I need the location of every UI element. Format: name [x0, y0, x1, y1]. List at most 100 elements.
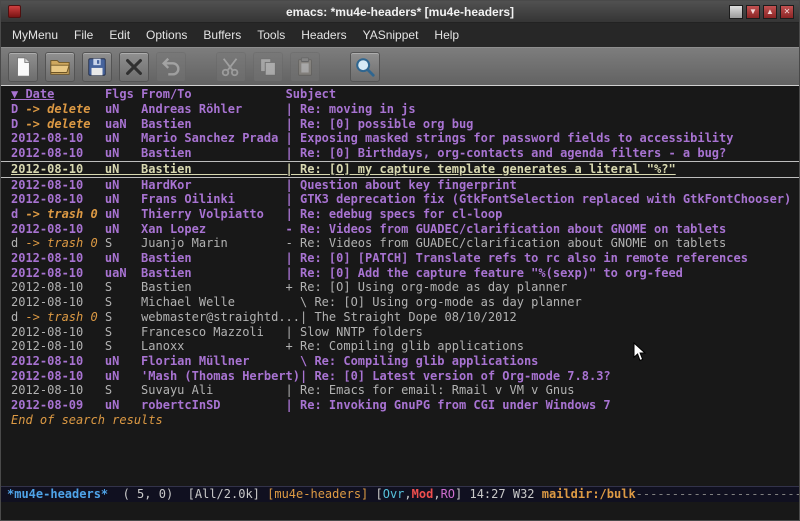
message-subject: | Re: [0] possible org bug	[286, 117, 474, 131]
message-flags: uN	[105, 178, 141, 192]
mu4e-headers-buffer[interactable]: ▼ Date Flgs From/To Subject D -> delete …	[1, 85, 799, 486]
message-from: Francesco Mazzoli	[141, 325, 286, 339]
toolbar-separator	[193, 54, 209, 80]
message-subject: | GTK3 deprecation fix (GtkFontSelection…	[286, 192, 792, 206]
message-flags: S	[105, 236, 141, 250]
message-from: HardKor	[141, 178, 286, 192]
message-row[interactable]: D -> delete uaN Bastien | Re: [0] possib…	[1, 117, 799, 132]
message-row[interactable]: 2012-08-10 S Lanoxx + Re: Compiling glib…	[1, 339, 799, 354]
header-line: ▼ Date Flgs From/To Subject	[1, 86, 799, 102]
message-row[interactable]: 2012-08-10 uN Bastien | Re: [0] Birthday…	[1, 146, 799, 161]
message-date: 2012-08-10	[11, 339, 105, 353]
menu-buffers[interactable]: Buffers	[195, 24, 249, 46]
menu-headers[interactable]: Headers	[293, 24, 354, 46]
mode-line: *mu4e-headers* ( 5, 0) [All/2.0k] [mu4e-…	[1, 486, 799, 502]
menu-help[interactable]: Help	[426, 24, 467, 46]
message-flags: S	[105, 295, 141, 309]
message-row[interactable]: 2012-08-10 uN Xan Lopez - Re: Videos fro…	[1, 222, 799, 237]
message-row[interactable]: 2012-08-10 S Michael Welle \ Re: [O] Usi…	[1, 295, 799, 310]
message-subject: | Re: moving in js	[286, 102, 416, 116]
message-subject: + Re: [O] Using org-mode as day planner	[286, 280, 568, 294]
message-subject: | Re: edebug specs for cl-loop	[286, 207, 503, 221]
column-header-subject[interactable]: Subject	[286, 87, 337, 101]
new-file-button[interactable]	[8, 52, 38, 82]
message-date: 2012-08-10	[11, 354, 105, 368]
menu-edit[interactable]: Edit	[101, 24, 138, 46]
message-row[interactable]: 2012-08-10 uN Florian Müllner \ Re: Comp…	[1, 354, 799, 369]
message-date-pad	[98, 236, 105, 250]
message-from: webmaster@straightd...	[141, 310, 300, 324]
message-row[interactable]: 2012-08-09 uN robertcInSD | Re: Invoking…	[1, 398, 799, 413]
message-date: 2012-08-10	[11, 383, 105, 397]
message-row[interactable]: d -> trash 0 S webmaster@straightd...| T…	[1, 310, 799, 325]
message-date: 2012-08-10	[11, 178, 105, 192]
message-row[interactable]: 2012-08-10 uN 'Mash (Thomas Herbert)| Re…	[1, 369, 799, 384]
search-button[interactable]	[350, 52, 380, 82]
message-row[interactable]: d -> trash 0 uN Thierry Volpiatto | Re: …	[1, 207, 799, 222]
close-buffer-button[interactable]	[119, 52, 149, 82]
message-from: Juanjo Marin	[141, 236, 286, 250]
minibuffer[interactable]	[1, 502, 799, 520]
message-from: Frans Oilinki	[141, 192, 286, 206]
cut-button	[216, 52, 246, 82]
message-row[interactable]: 2012-08-10 uaN Bastien | Re: [0] Add the…	[1, 266, 799, 281]
copy-button	[253, 52, 283, 82]
message-subject: \ Re: Compiling glib applications	[286, 354, 539, 368]
message-date: 2012-08-10	[11, 325, 105, 339]
message-row[interactable]: 2012-08-10 S Bastien + Re: [O] Using org…	[1, 280, 799, 295]
message-row[interactable]: 2012-08-10 S Suvayu Ali | Re: Emacs for …	[1, 383, 799, 398]
message-row[interactable]: d -> trash 0 S Juanjo Marin - Re: Videos…	[1, 236, 799, 251]
close-buffer-icon	[123, 56, 145, 78]
message-row[interactable]: 2012-08-10 uN Frans Oilinki | GTK3 depre…	[1, 192, 799, 207]
message-flags: uN	[105, 207, 141, 221]
message-mark-action: -> delete	[25, 117, 90, 131]
message-from: robertcInSD	[141, 398, 286, 412]
message-date: 2012-08-10	[11, 295, 105, 309]
open-file-icon	[49, 56, 71, 78]
message-date: 2012-08-09	[11, 398, 105, 412]
save-buffer-button[interactable]	[82, 52, 112, 82]
menu-mymenu[interactable]: MyMenu	[4, 24, 66, 46]
modeline-segment: [	[376, 487, 383, 501]
window-menu-icon[interactable]	[8, 5, 21, 18]
message-subject: - Re: Videos from GUADEC/clarification a…	[286, 222, 727, 236]
modeline-segment: 14:27	[469, 487, 512, 501]
menu-options[interactable]: Options	[138, 24, 195, 46]
column-header-from[interactable]: From/To	[141, 87, 286, 101]
message-row[interactable]: 2012-08-10 uN Bastien | Re: [0] [PATCH] …	[1, 251, 799, 266]
message-row[interactable]: 2012-08-10 S Francesco Mazzoli | Slow NN…	[1, 325, 799, 340]
message-mark-action: -> delete	[25, 102, 90, 116]
paste-button	[290, 52, 320, 82]
message-subject: \ Re: [O] Using org-mode as day planner	[286, 295, 582, 309]
modeline-segment: maildir:/bulk	[542, 487, 636, 501]
window-shade-button[interactable]	[729, 5, 743, 19]
open-file-button[interactable]	[45, 52, 75, 82]
column-header-flags[interactable]: Flgs	[105, 87, 141, 101]
message-row[interactable]: D -> delete uN Andreas Röhler | Re: movi…	[1, 102, 799, 117]
menu-file[interactable]: File	[66, 24, 101, 46]
message-row[interactable]: 2012-08-10 uN Mario Sanchez Prada | Expo…	[1, 131, 799, 146]
menu-tools[interactable]: Tools	[249, 24, 293, 46]
menu-yasnippet[interactable]: YASnippet	[355, 24, 427, 46]
modeline-segment: Ovr	[383, 487, 405, 501]
titlebar[interactable]: emacs: *mu4e-headers* [mu4e-headers] ▼▲✕	[1, 1, 799, 23]
message-flags: uN	[105, 369, 141, 383]
message-mark: D	[11, 117, 25, 131]
message-subject: | Re: [0] Birthdays, org-contacts and ag…	[286, 146, 727, 160]
message-row[interactable]: 2012-08-10 uN Bastien | Re: [O] my captu…	[1, 161, 799, 178]
message-date: 2012-08-10	[11, 146, 105, 160]
message-flags: uN	[105, 146, 141, 160]
message-date-pad	[90, 117, 104, 131]
modeline-segment: ,	[404, 487, 411, 501]
window-maximize-button[interactable]: ▲	[763, 5, 777, 19]
message-list: D -> delete uN Andreas Röhler | Re: movi…	[1, 102, 799, 413]
cut-icon	[220, 56, 242, 78]
message-subject: - Re: Videos from GUADEC/clarification a…	[286, 236, 727, 250]
column-header-date[interactable]: ▼ Date	[11, 87, 54, 101]
window-close-button[interactable]: ✕	[780, 5, 794, 19]
window-minimize-button[interactable]: ▼	[746, 5, 760, 19]
message-subject: | Re: [0] [PATCH] Translate refs to rc a…	[286, 251, 748, 265]
modeline-segment: ]	[455, 487, 469, 501]
message-row[interactable]: 2012-08-10 uN HardKor | Question about k…	[1, 178, 799, 193]
save-buffer-icon	[86, 56, 108, 78]
